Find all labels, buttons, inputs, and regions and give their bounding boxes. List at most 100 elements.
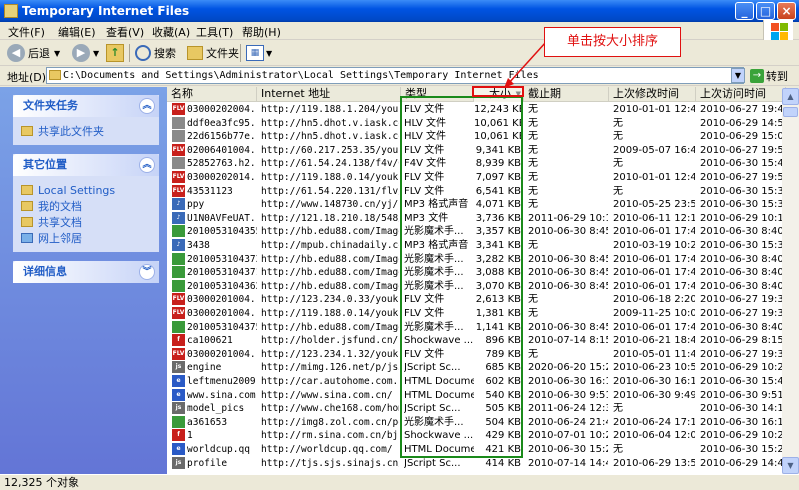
toolbar-separator — [240, 44, 241, 62]
folders-label: 文件夹 — [206, 47, 239, 60]
cell-modified: 2010-06-29 13:53 — [613, 457, 695, 469]
cell-modified: 2010-06-30 9:49 — [613, 389, 695, 401]
file-swf-icon: f — [172, 334, 185, 347]
details-header[interactable]: 详细信息 ︾ — [13, 261, 159, 283]
cell-modified: 2010-03-19 10:27 — [613, 240, 695, 251]
cell-expires: 2010-06-30 8:45 — [528, 253, 608, 265]
table-row[interactable]: jsprofile http://tjs.sjs.sinajs.cn/... JSc… — [167, 456, 799, 471]
cell-expires: 2010-06-30 16:11 — [528, 376, 608, 387]
cell-expires: 无 — [528, 104, 538, 115]
cell-name: 20100531043553 — [187, 226, 257, 238]
menu-file[interactable]: 文件(F) — [8, 24, 45, 40]
file-swf-icon: f — [172, 429, 185, 442]
cell-expires: 无 — [528, 348, 538, 360]
menu-tools[interactable]: 工具(T) — [196, 24, 233, 40]
place-network[interactable]: 网上邻居 — [21, 230, 151, 246]
cell-url: http://hb.edu88.com/Image... — [261, 226, 399, 238]
cell-accessed: 2010-06-27 19:35 — [700, 348, 784, 360]
place-local-settings[interactable]: Local Settings — [21, 182, 151, 198]
folders-button[interactable]: 文件夹 — [187, 43, 239, 63]
expand-icon[interactable]: ︾ — [139, 264, 155, 280]
folder-icon — [21, 185, 33, 195]
back-button[interactable]: ◀ 后退 ▼ — [7, 43, 60, 63]
vertical-scrollbar[interactable]: ▲ ▼ — [782, 88, 799, 474]
menu-edit[interactable]: 编辑(E) — [58, 24, 96, 40]
details-title: 详细信息 — [23, 265, 67, 278]
cell-accessed: 2010-06-30 15:35 — [700, 199, 784, 211]
cell-accessed: 2010-06-29 14:43 — [700, 457, 784, 469]
file-js-icon: js — [172, 361, 185, 374]
scroll-down-button[interactable]: ▼ — [782, 457, 799, 474]
cell-expires: 无 — [528, 158, 538, 170]
file-flv-icon: FLV — [172, 103, 185, 115]
cell-accessed: 2010-06-27 19:38 — [700, 308, 784, 319]
file-html-icon: e — [172, 443, 185, 455]
column-accessed[interactable]: 上次访问时间 — [696, 87, 786, 102]
cell-name: 3438 — [187, 240, 210, 251]
place-shared-documents[interactable]: 共享文档 — [21, 214, 151, 230]
column-modified[interactable]: 上次修改时间 — [609, 87, 696, 102]
menu-view[interactable]: 查看(V) — [106, 24, 144, 40]
cell-name: 1 — [187, 430, 193, 442]
close-button[interactable]: × — [777, 2, 796, 20]
windows-logo-icon — [763, 20, 793, 42]
collapse-icon[interactable]: ︽ — [139, 98, 155, 114]
address-dropdown-button[interactable]: ▼ — [731, 68, 745, 83]
object-count: 12,325 个对象 — [4, 476, 79, 489]
up-button[interactable]: ↑ — [106, 43, 124, 63]
cell-name: 03000202004... — [187, 104, 257, 115]
cell-expires: 2010-06-30 8:45 — [528, 321, 608, 333]
menu-favorites[interactable]: 收藏(A) — [152, 24, 190, 40]
folder-tasks-header[interactable]: 文件夹任务 ︽ — [13, 95, 159, 117]
cell-expires: 2010-06-24 21:44 — [528, 416, 608, 428]
other-places-panel: 其它位置 ︽ Local Settings 我的文档 共享文档 网上邻居 — [13, 154, 159, 252]
go-button[interactable]: → 转到 — [750, 68, 788, 84]
address-input[interactable]: C:\Documents and Settings\Administrator\… — [46, 67, 744, 84]
cell-name: 20100531043713 — [187, 267, 257, 279]
other-places-header[interactable]: 其它位置 ︽ — [13, 154, 159, 176]
file-mp3-icon: ♪ — [172, 211, 185, 224]
file-js-icon: js — [172, 402, 185, 415]
cell-accessed: 2010-06-30 8:40 — [700, 280, 784, 292]
collapse-icon[interactable]: ︽ — [139, 157, 155, 173]
file-flv-icon: FLV — [172, 347, 185, 360]
cell-accessed: 2010-06-30 16:15 — [700, 416, 784, 428]
place-my-documents[interactable]: 我的文档 — [21, 198, 151, 214]
place-label: 共享文档 — [38, 216, 82, 229]
cell-modified: 2010-06-24 17:14 — [613, 416, 695, 428]
scroll-thumb[interactable] — [783, 107, 798, 117]
maximize-button[interactable]: □ — [756, 2, 775, 20]
views-icon: ▦ — [246, 45, 264, 61]
cell-accessed: 2010-06-27 19:41 — [700, 104, 784, 115]
minimize-button[interactable]: _ — [735, 2, 754, 20]
cell-url: http://mpub.chinadaily.co... — [261, 240, 399, 251]
cell-accessed: 2010-06-27 19:52 — [700, 144, 784, 156]
cell-expires: 无 — [528, 131, 538, 143]
cell-url: http://car.autohome.com.c... — [261, 376, 399, 387]
views-button[interactable]: ▦ ▼ — [246, 43, 272, 63]
menu-help[interactable]: 帮助(H) — [242, 24, 281, 40]
cell-accessed: 2010-06-29 10:17 — [700, 212, 784, 224]
title-bar[interactable]: Temporary Internet Files _ □ × — [0, 0, 799, 22]
cell-expires: 2010-06-30 8:45 — [528, 267, 608, 279]
forward-button[interactable]: ▶ ▼ — [72, 43, 99, 63]
cell-expires: 无 — [528, 144, 538, 156]
search-icon — [135, 45, 151, 61]
column-url[interactable]: Internet 地址 — [257, 87, 401, 102]
chevron-down-icon[interactable]: ▼ — [93, 49, 99, 58]
cell-url: http://119.188.0.14/youku... — [261, 172, 399, 183]
cell-url: http://holder.jsfund.cn/f... — [261, 335, 399, 347]
share-folder-link[interactable]: 共享此文件夹 — [21, 123, 151, 139]
address-label: 地址(D) — [7, 71, 47, 84]
column-name[interactable]: 名称 — [167, 87, 257, 102]
cell-name: 03000201004... — [187, 308, 257, 319]
cell-accessed: 2010-06-30 15:43 — [700, 376, 784, 387]
cell-name: a361653 — [187, 416, 228, 428]
search-button[interactable]: 搜索 — [135, 43, 176, 63]
place-label: Local Settings — [38, 183, 116, 197]
cell-modified: 2010-06-23 10:58 — [613, 362, 695, 374]
cell-name: 20100531043626 — [187, 280, 257, 292]
scroll-up-button[interactable]: ▲ — [782, 88, 799, 105]
chevron-down-icon[interactable]: ▼ — [54, 49, 60, 58]
cell-modified: 2010-01-01 12:43 — [613, 104, 695, 115]
